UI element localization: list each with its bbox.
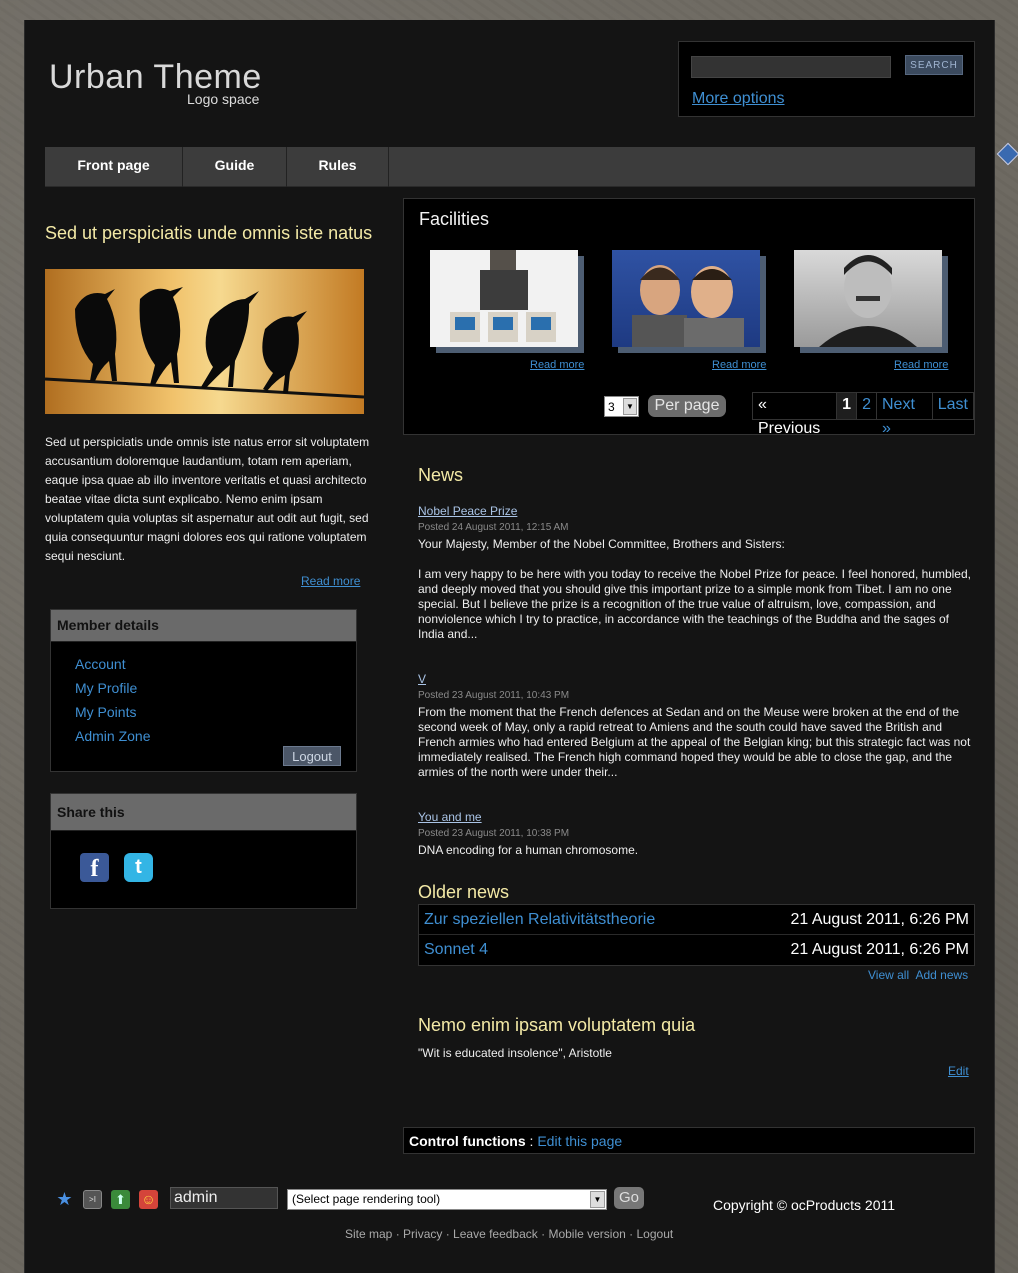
control-functions-label: Control functions bbox=[409, 1133, 526, 1149]
site-map-link[interactable]: Site map bbox=[345, 1227, 392, 1241]
chevron-down-icon: ▼ bbox=[623, 398, 637, 415]
older-news-title: Older news bbox=[418, 882, 510, 902]
edit-this-page-link[interactable]: Edit this page bbox=[537, 1133, 622, 1149]
page-rendering-tool-select[interactable]: (Select page rendering tool) ▼ bbox=[287, 1189, 607, 1210]
side-tab-icon[interactable] bbox=[996, 142, 1018, 166]
view-all-link[interactable]: View all bbox=[868, 968, 909, 982]
more-options-link[interactable]: More options bbox=[692, 90, 785, 108]
admin-zone-link[interactable]: Admin Zone bbox=[75, 728, 150, 744]
chevron-down-icon: ▼ bbox=[590, 1191, 605, 1208]
news-item: V Posted 23 August 2011, 10:43 PM From t… bbox=[418, 670, 976, 780]
nav-front-page[interactable]: Front page bbox=[45, 147, 183, 187]
mobile-version-link[interactable]: Mobile version bbox=[548, 1227, 625, 1241]
older-news-link[interactable]: Zur speziellen Relativitätstheorie bbox=[424, 905, 655, 934]
per-page-select[interactable]: 3 ▼ bbox=[604, 396, 639, 417]
member-details-box: Member details Account My Profile My Poi… bbox=[50, 609, 357, 772]
birds-image bbox=[45, 269, 364, 414]
my-points-link[interactable]: My Points bbox=[75, 704, 136, 720]
news-item: You and me Posted 23 August 2011, 10:38 … bbox=[418, 808, 976, 858]
control-functions-bar: Control functions : Edit this page bbox=[403, 1127, 975, 1154]
per-page-button[interactable]: Per page bbox=[648, 395, 726, 417]
emoticon-icon[interactable]: ☺ bbox=[139, 1190, 158, 1209]
facility-thumbnail-3[interactable] bbox=[794, 250, 942, 347]
nav-rules[interactable]: Rules bbox=[287, 147, 389, 187]
news-lead: Your Majesty, Member of the Nobel Commit… bbox=[418, 537, 785, 551]
search-box: SEARCH More options bbox=[678, 41, 975, 117]
nav-guide[interactable]: Guide bbox=[183, 147, 287, 187]
search-input[interactable] bbox=[691, 56, 891, 78]
two-men-image bbox=[632, 265, 744, 347]
older-news-link[interactable]: Sonnet 4 bbox=[424, 935, 488, 965]
news-date: Posted 23 August 2011, 10:38 PM bbox=[418, 828, 570, 839]
table-row: Sonnet 4 21 August 2011, 6:26 PM bbox=[419, 935, 974, 965]
quote-text: "Wit is educated insolence", Aristotle bbox=[418, 1046, 612, 1060]
older-news-date: 21 August 2011, 6:26 PM bbox=[790, 911, 970, 928]
older-news-table: Zur speziellen Relativitätstheorie 21 Au… bbox=[418, 904, 975, 966]
tools-icon[interactable]: >I bbox=[83, 1190, 102, 1209]
pagination-page-1: 1 bbox=[837, 393, 858, 419]
feature-read-more-link[interactable]: Read more bbox=[301, 574, 360, 588]
news-body: From the moment that the French defences… bbox=[418, 705, 971, 779]
leave-feedback-link[interactable]: Leave feedback bbox=[453, 1227, 538, 1241]
control-separator: : bbox=[525, 1133, 538, 1149]
facility-thumbnail-2[interactable] bbox=[612, 250, 760, 347]
pagination-page-2[interactable]: 2 bbox=[857, 393, 877, 419]
share-this-title: Share this bbox=[51, 794, 356, 831]
upload-icon[interactable]: ⬆ bbox=[111, 1190, 130, 1209]
facility-read-more-link-3[interactable]: Read more bbox=[894, 359, 948, 371]
news-title-link[interactable]: Nobel Peace Prize bbox=[418, 504, 517, 518]
my-profile-link[interactable]: My Profile bbox=[75, 680, 137, 696]
news-item: Nobel Peace Prize Posted 24 August 2011,… bbox=[418, 502, 976, 642]
go-button[interactable]: Go bbox=[614, 1187, 644, 1209]
news-title-link[interactable]: You and me bbox=[418, 810, 482, 824]
share-this-box: Share this f t bbox=[50, 793, 357, 909]
username-field[interactable]: admin bbox=[170, 1187, 278, 1209]
portrait-image bbox=[819, 255, 917, 347]
facility-read-more-link-1[interactable]: Read more bbox=[530, 359, 584, 371]
facility-thumbnail-1[interactable] bbox=[430, 250, 578, 347]
facebook-icon[interactable]: f bbox=[80, 853, 109, 882]
twitter-icon[interactable]: t bbox=[124, 853, 153, 882]
older-news-date: 21 August 2011, 6:26 PM bbox=[790, 941, 970, 958]
news-title-link[interactable]: V bbox=[418, 672, 426, 686]
star-icon[interactable]: ★ bbox=[55, 1190, 74, 1209]
account-link[interactable]: Account bbox=[75, 656, 126, 672]
feature-text: Sed ut perspiciatis unde omnis iste natu… bbox=[45, 435, 370, 563]
quote-title: Nemo enim ipsam voluptatem quia bbox=[418, 1015, 696, 1035]
facility-read-more-link-2[interactable]: Read more bbox=[712, 359, 766, 371]
pagination-next[interactable]: Next » bbox=[877, 393, 933, 437]
news-date: Posted 24 August 2011, 12:15 AM bbox=[418, 522, 569, 533]
news-body: DNA encoding for a human chromosome. bbox=[418, 843, 639, 857]
page-container: Urban Theme Logo space SEARCH More optio… bbox=[24, 20, 995, 1273]
logo-subtitle: Logo space bbox=[187, 91, 260, 107]
pagination-previous: « Previous bbox=[753, 393, 838, 437]
pagination: « Previous 1 2 Next » Last bbox=[752, 392, 974, 437]
feature-title: Sed ut perspiciatis unde omnis iste natu… bbox=[45, 223, 373, 243]
search-button[interactable]: SEARCH bbox=[905, 55, 963, 75]
news-title: News bbox=[418, 465, 464, 485]
main-navigation: Front page Guide Rules bbox=[45, 147, 975, 187]
facilities-title: Facilities bbox=[419, 209, 490, 229]
footer-links: Site map · Privacy · Leave feedback · Mo… bbox=[345, 1227, 674, 1241]
birds-silhouette bbox=[45, 287, 364, 399]
quote-edit-link[interactable]: Edit bbox=[948, 1064, 969, 1078]
table-row: Zur speziellen Relativitätstheorie 21 Au… bbox=[419, 905, 974, 935]
copyright-text: Copyright © ocProducts 2011 bbox=[713, 1197, 896, 1213]
add-news-link[interactable]: Add news bbox=[915, 968, 968, 982]
logout-button[interactable]: Logout bbox=[283, 746, 341, 766]
member-details-title: Member details bbox=[51, 610, 356, 642]
man-with-computers-image bbox=[450, 250, 556, 342]
older-news-actions: View all Add news bbox=[868, 968, 968, 982]
news-date: Posted 23 August 2011, 10:43 PM bbox=[418, 690, 570, 701]
pagination-last[interactable]: Last bbox=[933, 393, 973, 419]
facilities-panel: Facilities Read more Read more Read more… bbox=[403, 198, 975, 437]
news-body: I am very happy to be here with you toda… bbox=[418, 567, 971, 641]
footer-logout-link[interactable]: Logout bbox=[637, 1227, 674, 1241]
privacy-link[interactable]: Privacy bbox=[403, 1227, 442, 1241]
